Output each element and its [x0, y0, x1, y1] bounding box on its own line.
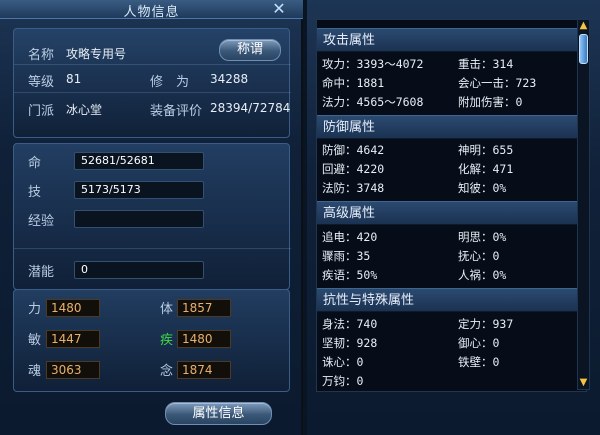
- stat-item: 回避：4220: [322, 162, 385, 176]
- attr-label-constitution: 体: [160, 302, 174, 317]
- exp-label: 经验: [28, 214, 55, 229]
- stat-item: 人祸：0%: [458, 268, 507, 282]
- level-label: 等级: [28, 75, 55, 90]
- scroll-down-icon[interactable]: ▼: [578, 377, 589, 389]
- name-value: 攻略专用号: [66, 47, 127, 61]
- skill-label: 技: [28, 185, 42, 200]
- stat-item: 抚心：0: [458, 249, 500, 263]
- cultivation-value: 34288: [210, 72, 249, 86]
- stat-item: 神明：655: [458, 143, 514, 157]
- stat-item: 御心：0: [458, 336, 500, 350]
- divider: [14, 64, 291, 65]
- stat-item: 防御：4642: [322, 143, 385, 157]
- stat-item: 铁壁：0: [458, 355, 500, 369]
- cultivation-label: 修 为: [150, 75, 190, 90]
- attr-label-mind: 念: [160, 364, 174, 379]
- stat-item: 会心一击：723: [458, 76, 537, 90]
- stat-item: 诛心：0: [322, 355, 364, 369]
- attr-value-agility: 1447: [46, 330, 100, 348]
- stat-item: 身法：740: [322, 317, 378, 331]
- stat-item: 明思：0%: [458, 230, 507, 244]
- attr-value-constitution: 1857: [177, 299, 231, 317]
- equip-rating-label: 装备评价: [150, 104, 203, 119]
- hp-bar: 52681/52681: [74, 152, 204, 170]
- section-defense-header: 防御属性: [317, 115, 586, 139]
- attr-label-agility: 敏: [28, 333, 42, 348]
- stat-item: 法防：3748: [322, 181, 385, 195]
- level-value: 81: [66, 72, 82, 86]
- divider: [14, 92, 291, 93]
- attribute-info-button[interactable]: 属性信息: [165, 402, 272, 425]
- stat-item: 知彼：0%: [458, 181, 507, 195]
- stat-item: 追电：420: [322, 230, 378, 244]
- equip-rating-value: 28394/72784: [210, 101, 291, 115]
- stat-item: 化解：471: [458, 162, 514, 176]
- faction-value: 冰心堂: [66, 103, 103, 117]
- skill-bar: 5173/5173: [74, 181, 204, 199]
- stat-item: 定力：937: [458, 317, 514, 331]
- attr-value-soul: 3063: [46, 361, 100, 379]
- stat-item: 重击：314: [458, 57, 514, 71]
- vitals-panel: 命 52681/52681 技 5173/5173 经验 潜能 0: [13, 143, 291, 290]
- scrollbar[interactable]: ▲ ▼: [577, 19, 590, 390]
- stat-item: 附加伤害：0: [458, 95, 523, 109]
- stat-item: 骤雨：35: [322, 249, 371, 263]
- attr-label-strength: 力: [28, 302, 42, 317]
- character-info-window: 人物信息 ✕ 名称 攻略专用号 称谓 等级 81 修 为 34288 门派 冰心…: [0, 0, 303, 435]
- attributes-panel: 力 1480 体 1857 敏 1447 疾 1480 魂 3063 念 187…: [13, 289, 290, 392]
- attribute-list: 攻击属性 攻力：3393～4072 重击：314 命中：1881 会心一击：72…: [316, 19, 587, 392]
- scroll-up-icon[interactable]: ▲: [578, 20, 589, 32]
- stat-item: 疾语：50%: [322, 268, 378, 282]
- attr-label-soul: 魂: [28, 364, 42, 379]
- potential-label: 潜能: [28, 265, 55, 280]
- potential-bar: 0: [74, 261, 204, 279]
- basic-info-panel: 名称 攻略专用号 称谓 等级 81 修 为 34288 门派 冰心堂 装备评价 …: [13, 28, 291, 138]
- faction-label: 门派: [28, 104, 55, 119]
- name-label: 名称: [28, 48, 55, 63]
- hp-label: 命: [28, 156, 42, 171]
- attr-value-speed: 1480: [177, 330, 231, 348]
- attr-value-mind: 1874: [177, 361, 231, 379]
- exp-bar: [74, 210, 204, 228]
- close-icon[interactable]: ✕: [270, 0, 288, 17]
- attribute-detail-window: 攻击属性 攻力：3393～4072 重击：314 命中：1881 会心一击：72…: [307, 0, 600, 435]
- divider: [14, 248, 291, 249]
- stat-item: 法力：4565～7608: [322, 95, 424, 109]
- stat-item: 坚韧：928: [322, 336, 378, 350]
- attr-value-strength: 1480: [46, 299, 100, 317]
- stat-item: 命中：1881: [322, 76, 385, 90]
- section-attack-header: 攻击属性: [317, 28, 586, 52]
- stat-item: 万钧：0: [322, 374, 364, 388]
- title-button[interactable]: 称谓: [219, 39, 281, 61]
- section-resist-header: 抗性与特殊属性: [317, 288, 586, 312]
- scroll-thumb[interactable]: [579, 34, 588, 64]
- attr-label-speed: 疾: [160, 333, 174, 348]
- stat-item: 攻力：3393～4072: [322, 57, 424, 71]
- window-title: 人物信息: [123, 5, 180, 20]
- section-advanced-header: 高级属性: [317, 201, 586, 225]
